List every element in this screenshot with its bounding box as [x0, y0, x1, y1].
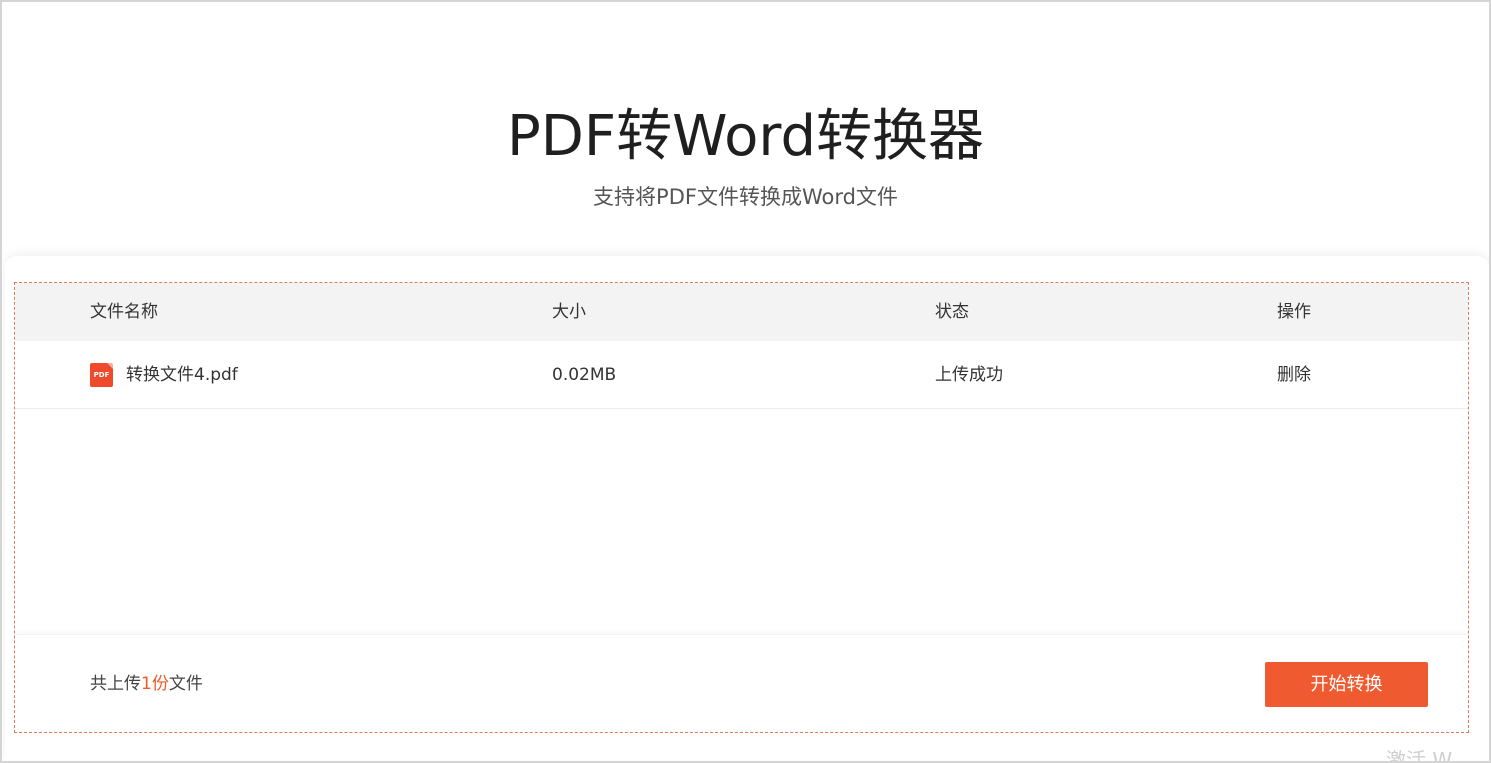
- column-header-name: 文件名称: [90, 302, 158, 322]
- pdf-file-icon: PDF: [90, 363, 113, 387]
- file-name: 转换文件4.pdf: [126, 365, 238, 385]
- delete-link[interactable]: 删除: [1277, 341, 1311, 409]
- upload-panel: 文件名称 大小 状态 操作 PDF 转换文件4.pdf 0.02MB 上传成功 …: [5, 256, 1489, 761]
- activation-watermark: 激活 W: [1386, 748, 1453, 763]
- file-size: 0.02MB: [552, 365, 617, 385]
- column-header-size: 大小: [552, 302, 586, 322]
- table-row: PDF 转换文件4.pdf 0.02MB 上传成功 删除: [15, 341, 1468, 409]
- column-header-status: 状态: [935, 302, 969, 322]
- page-subtitle: 支持将PDF文件转换成Word文件: [593, 185, 898, 209]
- column-header-action: 操作: [1277, 302, 1311, 322]
- file-status: 上传成功: [935, 365, 1003, 385]
- upload-count-suffix: 文件: [168, 674, 203, 694]
- panel-footer: 共上传1份文件 开始转换: [15, 634, 1468, 733]
- app-window: PDF转Word转换器 支持将PDF文件转换成Word文件 文件名称 大小 状态…: [0, 0, 1491, 763]
- hero-section: PDF转Word转换器 支持将PDF文件转换成Word文件: [2, 2, 1489, 264]
- upload-count-prefix: 共上传: [90, 674, 141, 694]
- start-convert-button[interactable]: 开始转换: [1265, 662, 1428, 707]
- upload-count: 共上传1份文件: [90, 635, 203, 733]
- upload-count-value: 1份: [141, 674, 169, 694]
- page-title: PDF转Word转换器: [506, 104, 985, 169]
- table-header: 文件名称 大小 状态 操作: [15, 283, 1468, 341]
- file-drop-zone[interactable]: 文件名称 大小 状态 操作 PDF 转换文件4.pdf 0.02MB 上传成功 …: [14, 282, 1469, 733]
